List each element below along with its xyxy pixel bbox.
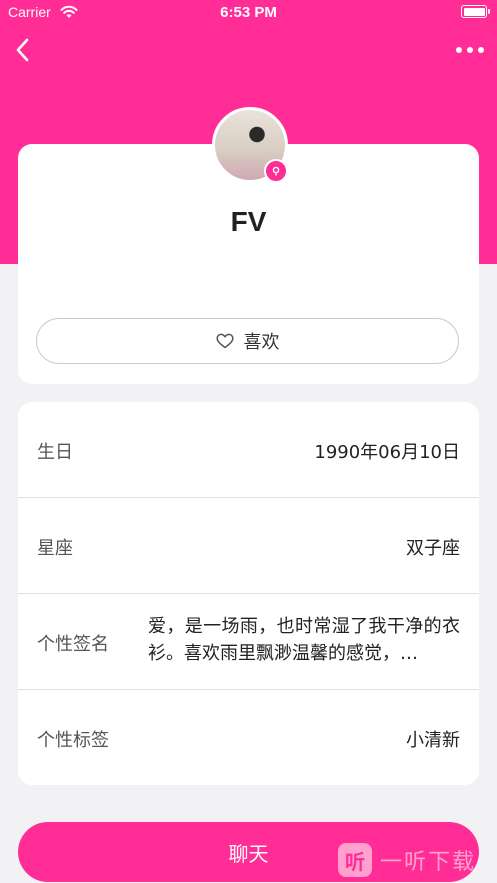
zodiac-value: 双子座 (406, 538, 460, 559)
status-bar: Carrier 6:53 PM (0, 0, 497, 26)
like-button[interactable]: 喜欢 (36, 318, 459, 364)
tags-label: 个性标签 (37, 730, 109, 751)
info-row-tags: 个性标签 小清新 (18, 690, 479, 785)
info-card: 生日 1990年06月10日 星座 双子座 个性签名 爱，是一场雨，也时常湿了我… (18, 402, 479, 785)
like-label: 喜欢 (243, 332, 280, 353)
info-row-zodiac: 星座 双子座 (18, 498, 479, 594)
avatar-badge-icon (264, 159, 288, 183)
signature-value: 爱，是一场雨，也时常湿了我干净的衣衫。喜欢雨里飘渺温馨的感觉，… (148, 616, 460, 664)
info-row-birthday: 生日 1990年06月10日 (18, 402, 479, 498)
zodiac-label: 星座 (37, 538, 73, 559)
info-row-signature: 个性签名 爱，是一场雨，也时常湿了我干净的衣衫。喜欢雨里飘渺温馨的感觉，… (18, 594, 479, 690)
status-time: 6:53 PM (220, 4, 277, 21)
more-options-icon[interactable] (455, 40, 485, 60)
signature-label: 个性签名 (37, 634, 109, 655)
birthday-label: 生日 (37, 442, 73, 463)
battery-icon (461, 5, 490, 18)
heart-icon (215, 333, 234, 349)
chat-button[interactable]: 聊天 (18, 822, 479, 882)
back-chevron-icon[interactable] (10, 36, 38, 64)
profile-name: FV (230, 206, 267, 237)
tags-value: 小清新 (406, 730, 460, 751)
chat-label: 聊天 (228, 841, 269, 866)
birthday-value: 1990年06月10日 (314, 442, 460, 463)
